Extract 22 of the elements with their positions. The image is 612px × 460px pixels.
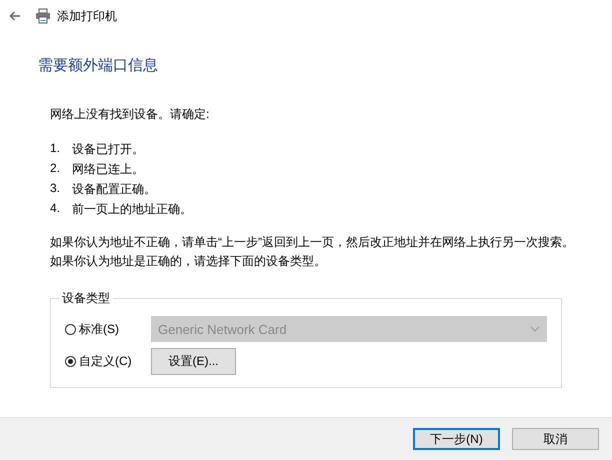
page-heading: 需要额外端口信息 bbox=[38, 56, 159, 75]
back-arrow-icon[interactable] bbox=[9, 11, 21, 21]
list-number: 4. bbox=[50, 201, 62, 217]
printer-icon bbox=[35, 8, 51, 24]
radio-option[interactable]: 自定义(C) bbox=[65, 352, 151, 370]
cancel-button[interactable]: 取消 bbox=[512, 428, 599, 450]
list-text: 设备已打开。 bbox=[72, 141, 144, 158]
radio-button[interactable] bbox=[65, 356, 76, 366]
chevron-down-icon bbox=[530, 326, 540, 332]
window-title: 添加打印机 bbox=[57, 8, 117, 24]
instruction-text: 如果你认为地址不正确，请单击“上一步”返回到上一页，然后改正地址并在网络上执行另一次搜索。 bbox=[50, 234, 575, 251]
instruction-text: 如果你认为地址是正确的，请选择下面的设备类型。 bbox=[50, 253, 327, 270]
next-button[interactable]: 下一步(N) bbox=[413, 428, 500, 450]
group-title: 设备类型 bbox=[61, 290, 111, 307]
list-number: 3. bbox=[50, 181, 62, 197]
settings-button[interactable]: 设置(E)... bbox=[151, 348, 236, 374]
list-number: 2. bbox=[50, 161, 62, 177]
list-text: 设备配置正确。 bbox=[72, 181, 156, 198]
intro-text: 网络上没有找到设备。请确定: bbox=[50, 106, 210, 123]
list-text: 网络已连上。 bbox=[72, 161, 144, 178]
list-text: 前一页上的地址正确。 bbox=[72, 201, 192, 218]
list-number: 1. bbox=[50, 141, 62, 157]
